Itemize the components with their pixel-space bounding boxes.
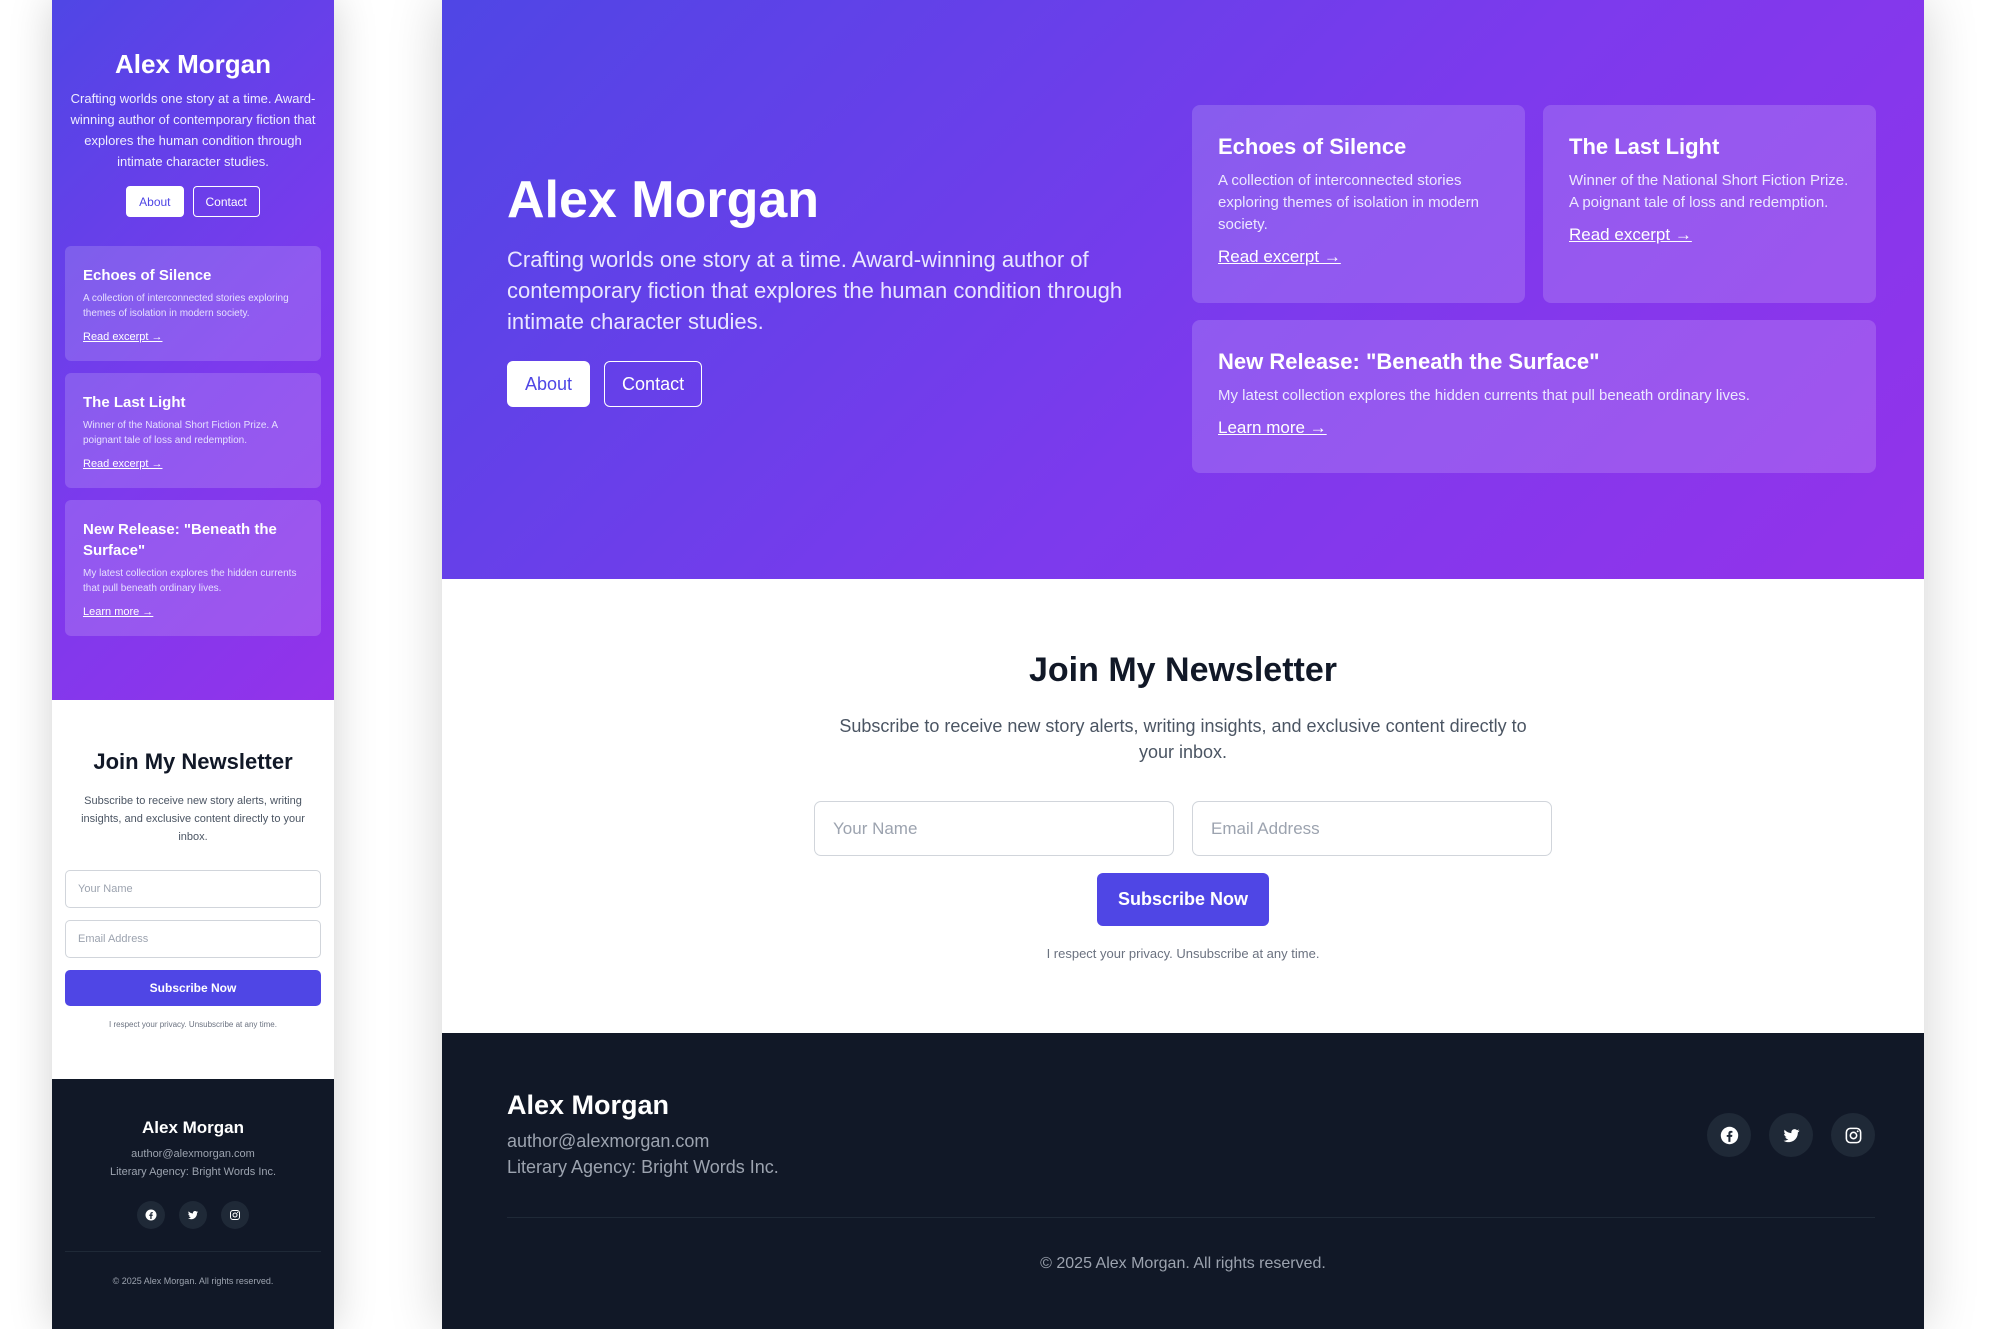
site-footer: Alex Morgan author@alexmorgan.com Litera… bbox=[52, 1079, 334, 1329]
newsletter-section: Join My Newsletter Subscribe to receive … bbox=[52, 700, 334, 1079]
card-link[interactable]: Learn more → bbox=[1218, 418, 1327, 438]
instagram-icon[interactable] bbox=[221, 1201, 249, 1229]
privacy-note: I respect your privacy. Unsubscribe at a… bbox=[1046, 946, 1320, 961]
card-title: New Release: "Beneath the Surface" bbox=[83, 521, 277, 559]
newsletter-section: Join My Newsletter Subscribe to receive … bbox=[442, 579, 1924, 1033]
story-card: New Release: "Beneath the Surface" My la… bbox=[65, 500, 321, 636]
contact-button[interactable]: Contact bbox=[604, 361, 703, 407]
copyright: © 2025 Alex Morgan. All rights reserved. bbox=[112, 1276, 274, 1286]
hero-intro: Alex Morgan Crafting worlds one story at… bbox=[507, 170, 1157, 407]
instagram-icon[interactable] bbox=[1831, 1113, 1875, 1157]
footer-divider bbox=[65, 1251, 321, 1252]
twitter-icon[interactable] bbox=[179, 1201, 207, 1229]
mobile-hero: Alex Morgan Crafting worlds one story at… bbox=[52, 0, 334, 700]
footer-name: Alex Morgan bbox=[141, 1118, 245, 1137]
card-text: My latest collection explores the hidden… bbox=[1218, 387, 1750, 404]
privacy-note: I respect your privacy. Unsubscribe at a… bbox=[109, 1020, 277, 1029]
card-text: Winner of the National Short Fiction Pri… bbox=[83, 420, 278, 446]
card-link[interactable]: Read excerpt → bbox=[1218, 247, 1341, 267]
footer-divider bbox=[507, 1217, 1875, 1218]
story-card: New Release: "Beneath the Surface" My la… bbox=[1192, 320, 1876, 473]
footer-info: Alex Morgan author@alexmorgan.com Litera… bbox=[507, 1088, 779, 1180]
hero-buttons: About Contact bbox=[65, 186, 321, 217]
author-tagline: Crafting worlds one story at a time. Awa… bbox=[70, 91, 316, 169]
card-text: A collection of interconnected stories e… bbox=[83, 293, 289, 319]
footer-name: Alex Morgan bbox=[507, 1090, 670, 1120]
card-link[interactable]: Read excerpt → bbox=[1569, 225, 1692, 245]
card-text: A collection of interconnected stories e… bbox=[1218, 172, 1479, 233]
name-input[interactable]: Your Name bbox=[65, 870, 321, 908]
author-tagline: Crafting worlds one story at a time. Awa… bbox=[507, 247, 1123, 334]
about-button[interactable]: About bbox=[126, 186, 184, 217]
footer-email[interactable]: author@alexmorgan.com bbox=[65, 1145, 321, 1163]
newsletter-title: Join My Newsletter bbox=[93, 749, 293, 774]
card-title: Echoes of Silence bbox=[1218, 134, 1407, 159]
card-title: The Last Light bbox=[1569, 134, 1720, 159]
facebook-icon[interactable] bbox=[1707, 1113, 1751, 1157]
social-links bbox=[65, 1201, 321, 1229]
newsletter-description: Subscribe to receive new story alerts, w… bbox=[81, 795, 305, 843]
story-card: Echoes of Silence A collection of interc… bbox=[65, 246, 321, 361]
subscribe-button[interactable]: Subscribe Now bbox=[65, 970, 321, 1006]
newsletter-title: Join My Newsletter bbox=[1029, 651, 1337, 689]
copyright: © 2025 Alex Morgan. All rights reserved. bbox=[1040, 1255, 1326, 1272]
footer-agency: Literary Agency: Bright Words Inc. bbox=[109, 1166, 277, 1178]
email-input[interactable]: Email Address bbox=[65, 920, 321, 958]
card-title: The Last Light bbox=[83, 394, 186, 411]
subscribe-button[interactable]: Subscribe Now bbox=[1097, 873, 1269, 926]
story-card: The Last Light Winner of the National Sh… bbox=[65, 373, 321, 488]
card-text: Winner of the National Short Fiction Pri… bbox=[1569, 172, 1849, 211]
card-link[interactable]: Learn more → bbox=[83, 606, 153, 618]
card-title: New Release: "Beneath the Surface" bbox=[1218, 349, 1600, 374]
footer-email[interactable]: author@alexmorgan.com bbox=[507, 1128, 779, 1154]
social-links bbox=[1707, 1113, 1875, 1157]
card-text: My latest collection explores the hidden… bbox=[83, 568, 297, 594]
name-input[interactable]: Your Name bbox=[814, 801, 1174, 856]
mobile-preview: Alex Morgan Crafting worlds one story at… bbox=[52, 0, 334, 1329]
newsletter-form: Your Name Email Address bbox=[442, 801, 1924, 856]
card-link[interactable]: Read excerpt → bbox=[83, 458, 162, 470]
footer-agency: Literary Agency: Bright Words Inc. bbox=[507, 1157, 779, 1177]
site-footer: Alex Morgan author@alexmorgan.com Litera… bbox=[442, 1033, 1924, 1329]
story-card: Echoes of Silence A collection of interc… bbox=[1192, 105, 1525, 303]
desktop-hero: Alex Morgan Crafting worlds one story at… bbox=[442, 0, 1924, 579]
author-name: Alex Morgan bbox=[507, 171, 820, 229]
twitter-icon[interactable] bbox=[1769, 1113, 1813, 1157]
about-button[interactable]: About bbox=[507, 361, 591, 407]
story-card: The Last Light Winner of the National Sh… bbox=[1543, 105, 1876, 303]
newsletter-description: Subscribe to receive new story alerts, w… bbox=[839, 716, 1527, 762]
author-name: Alex Morgan bbox=[114, 49, 272, 79]
story-cards: Echoes of Silence A collection of interc… bbox=[65, 246, 321, 636]
email-input[interactable]: Email Address bbox=[1192, 801, 1552, 856]
desktop-preview: Alex Morgan Crafting worlds one story at… bbox=[442, 0, 1924, 1329]
facebook-icon[interactable] bbox=[137, 1201, 165, 1229]
card-link[interactable]: Read excerpt → bbox=[83, 331, 162, 343]
hero-buttons: About Contact bbox=[507, 361, 1157, 407]
card-title: Echoes of Silence bbox=[83, 267, 212, 284]
contact-button[interactable]: Contact bbox=[192, 186, 260, 217]
